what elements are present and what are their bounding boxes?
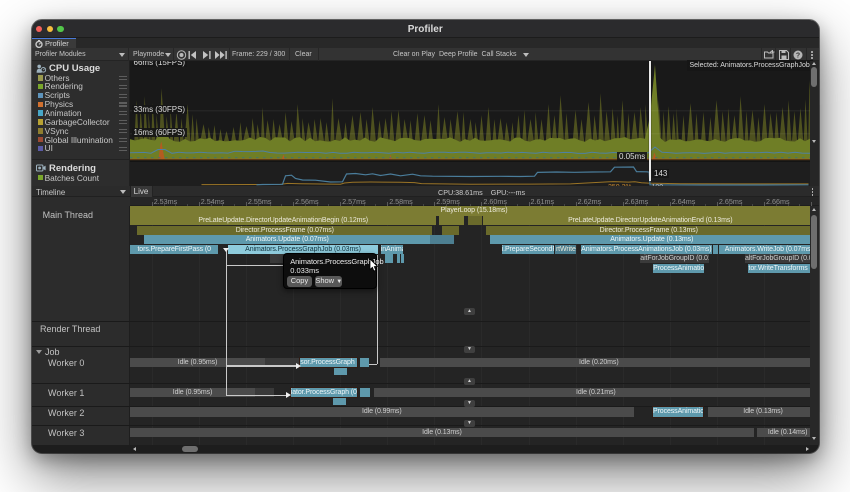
svg-text:?: ? (795, 52, 799, 59)
